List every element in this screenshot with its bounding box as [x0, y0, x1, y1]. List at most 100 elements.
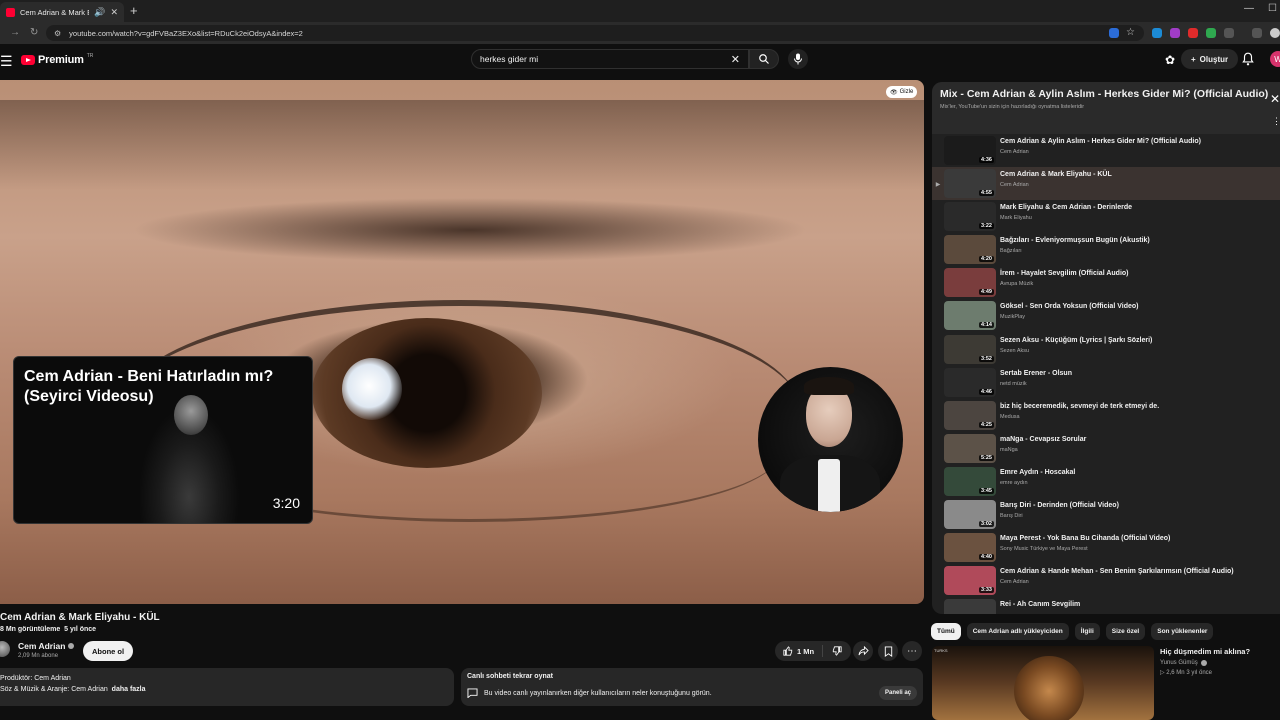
create-label: Oluştur [1199, 54, 1229, 64]
like-button[interactable]: 1 Mn [775, 645, 823, 657]
filter-chip[interactable]: İlgili [1074, 623, 1100, 640]
profile-icon[interactable] [1270, 28, 1280, 38]
playlist-item[interactable]: 4:46 Sertab Erener - Olsun netd müzik [932, 366, 1280, 399]
endscreen-video-card[interactable]: Cem Adrian - Beni Hatırladın mı? (Seyirc… [13, 356, 313, 524]
subscriber-count: 2,09 Mn abone [18, 653, 59, 659]
site-info-icon[interactable]: ⚙ [54, 29, 61, 38]
forward-icon[interactable]: → [10, 27, 20, 38]
playlist-duration: 4:14 [978, 322, 994, 329]
playlist-item-text: Bağzıları - Evleniyormuşsun Bugün (Akust… [1000, 235, 1150, 254]
playlist-item[interactable]: 3:22 Mark Eliyahu & Cem Adrian - Derinler… [932, 200, 1280, 233]
more-vertical-icon[interactable]: ⋮ [1272, 116, 1280, 127]
playlist-item-title: Barış Diri - Derinden (Official Video) [1000, 502, 1119, 510]
playlist-item-channel: Cem Adrian [1000, 149, 1029, 155]
voice-search-button[interactable] [788, 49, 808, 69]
like-count: 1 Mn [796, 646, 815, 656]
reading-list-icon[interactable] [1252, 28, 1262, 38]
bookmark-star-icon[interactable]: ☆ [1126, 27, 1135, 38]
playlist-item[interactable]: 3:52 Sezen Aksu - Küçüğüm (Lyrics | Şarkı… [932, 333, 1280, 366]
masthead: ☰ Premium TR herkes gider mi ✕ ✿ + Oluşt… [0, 44, 1280, 80]
omnibox[interactable]: ⚙ youtube.com/watch?v=gdFVBaZ3EXo&list=R… [46, 25, 1144, 41]
filter-chip[interactable]: Cem Adrian adlı yükleyiciden [966, 623, 1069, 640]
video-frame-detail [342, 358, 402, 420]
playlist-item[interactable]: Rei - Ah Canım Sevgilim [932, 597, 1280, 614]
endcard-duration: 3:20 [272, 495, 300, 511]
verified-icon [1200, 660, 1207, 666]
playlist-item[interactable]: 4:25 biz hiç beceremedik, sevmeyi de terk… [932, 399, 1280, 432]
reload-icon[interactable]: ↻ [30, 27, 38, 38]
playlist-item[interactable]: ▶ 4:55 Cem Adrian & Mark Eliyahu - KÜL Cem … [932, 167, 1280, 201]
view-count: 8 Mn görüntüleme [0, 626, 61, 633]
search-input[interactable]: herkes gider mi ✕ [471, 49, 749, 69]
extension-icon[interactable] [1170, 28, 1180, 38]
description-box[interactable]: Prodüktör: Cem Adrian Söz & Müzik & Aran… [0, 668, 454, 706]
video-meta: 8 Mn görüntüleme 5 yıl önce [0, 626, 96, 633]
recommendation-thumbnail[interactable]: TURKS [932, 646, 1154, 720]
cast-icon[interactable]: ✿ [1165, 53, 1175, 67]
notifications-button[interactable] [1242, 52, 1254, 71]
playlist-item[interactable]: 3:45 Emre Aydın - Hoscakal emre aydın [932, 465, 1280, 498]
account-avatar[interactable]: W [1270, 51, 1280, 67]
playlist-item-title: Rei - Ah Canım Sevgilim [1000, 601, 1081, 609]
filter-chip[interactable]: Size özel [1105, 623, 1146, 640]
channel-name[interactable]: Cem Adrian [18, 641, 75, 651]
playlist-thumbnail: 4:20 [944, 235, 996, 265]
create-button[interactable]: + Oluştur [1181, 49, 1239, 69]
open-panel-button[interactable]: Paneli aç [878, 686, 917, 700]
share-button[interactable] [853, 641, 873, 661]
thumbs-up-icon [783, 646, 793, 656]
playlist-title[interactable]: Mix - Cem Adrian & Aylin Aslım - Herkes … [940, 88, 1268, 100]
playlist-item[interactable]: 3:02 Barış Diri - Derinden (Official Vide… [932, 498, 1280, 531]
bell-icon [1242, 52, 1254, 66]
menu-icon[interactable]: ☰ [0, 53, 13, 70]
filter-chip[interactable]: Son yüklenenler [1151, 623, 1214, 640]
extension-icon[interactable] [1206, 28, 1216, 38]
translate-icon[interactable] [1109, 28, 1119, 38]
url-text: youtube.com/watch?v=gdFVBaZ3EXo&list=RDu… [69, 28, 303, 38]
youtube-logo[interactable]: Premium TR [21, 53, 93, 66]
playlist-index [932, 368, 944, 380]
playlist-item-title: Cem Adrian & Aylin Aslım - Herkes Gider … [1000, 138, 1201, 145]
playlist-duration: 3:02 [978, 521, 994, 528]
channel-avatar[interactable] [0, 641, 10, 657]
playlist-thumbnail: 3:45 [944, 466, 996, 496]
more-actions-button[interactable]: ⋯ [902, 641, 922, 661]
playlist-item[interactable]: 4:14 Göksel - Sen Orda Yoksun (Official V… [932, 299, 1280, 332]
playlist-item[interactable]: 4:36 Cem Adrian & Aylin Aslım - Herkes Gi… [932, 134, 1280, 167]
search-query: herkes gider mi [480, 54, 539, 64]
extension-icon[interactable] [1152, 28, 1162, 38]
close-tab-icon[interactable]: ✕ [110, 7, 118, 18]
dislike-button[interactable] [823, 646, 851, 656]
playlist-item[interactable]: 4:20 Bağzıları - Evleniyormuşsun Bugün (A… [932, 233, 1280, 266]
playlist-item-channel: Cem Adrian [1000, 579, 1029, 586]
save-button[interactable] [878, 641, 898, 661]
clear-search-icon[interactable]: ✕ [731, 53, 740, 66]
close-icon[interactable]: ✕ [1270, 92, 1280, 106]
maximize-icon[interactable]: ☐ [1268, 3, 1277, 14]
hide-endscreen-button[interactable]: 👁 Gizle [886, 86, 918, 98]
minimize-icon[interactable]: — [1244, 3, 1254, 14]
playlist-index [932, 136, 944, 148]
extension-icon[interactable] [1188, 28, 1198, 38]
video-player[interactable] [0, 80, 924, 604]
filter-chip[interactable]: Tümü [931, 623, 961, 640]
playlist-item-title: Göksel - Sen Orda Yoksun (Official Video… [1000, 303, 1139, 311]
playlist-index [932, 566, 944, 578]
playlist-item[interactable]: 4:40 Maya Perest - Yok Bana Bu Cihanda (O… [932, 531, 1280, 564]
browser-tab[interactable]: Cem Adrian & Mark Eliyahu 🔊 ✕ [0, 2, 124, 22]
playlist-item-channel: MuzikPlay [1000, 314, 1026, 321]
recommendation-title[interactable]: Hiç düşmedim mi aklına? [1160, 647, 1250, 656]
playlist-item[interactable]: 5:25 maNga - Cevapsız Sorular maNga [932, 432, 1280, 465]
recommendation-channel-name: Yunus Gümüş [1160, 660, 1198, 666]
endscreen-channel-card[interactable] [758, 367, 903, 512]
playlist-item[interactable]: 4:49 İrem - Hayalet Sevgilim (Official Au… [932, 266, 1280, 299]
playlist-index [932, 533, 944, 545]
search-button[interactable] [749, 49, 779, 69]
subscribe-button[interactable]: Abone ol [83, 641, 134, 661]
recommendation-views-prefix: ▷ [1160, 670, 1165, 676]
extensions-puzzle-icon[interactable] [1224, 28, 1234, 38]
new-tab-icon[interactable]: + [130, 3, 138, 18]
playlist-duration: 4:49 [978, 289, 994, 296]
playlist-item[interactable]: 3:33 Cem Adrian & Hande Mehan - Sen Benim… [932, 564, 1280, 597]
description-more-link[interactable]: daha fazla [112, 686, 146, 693]
